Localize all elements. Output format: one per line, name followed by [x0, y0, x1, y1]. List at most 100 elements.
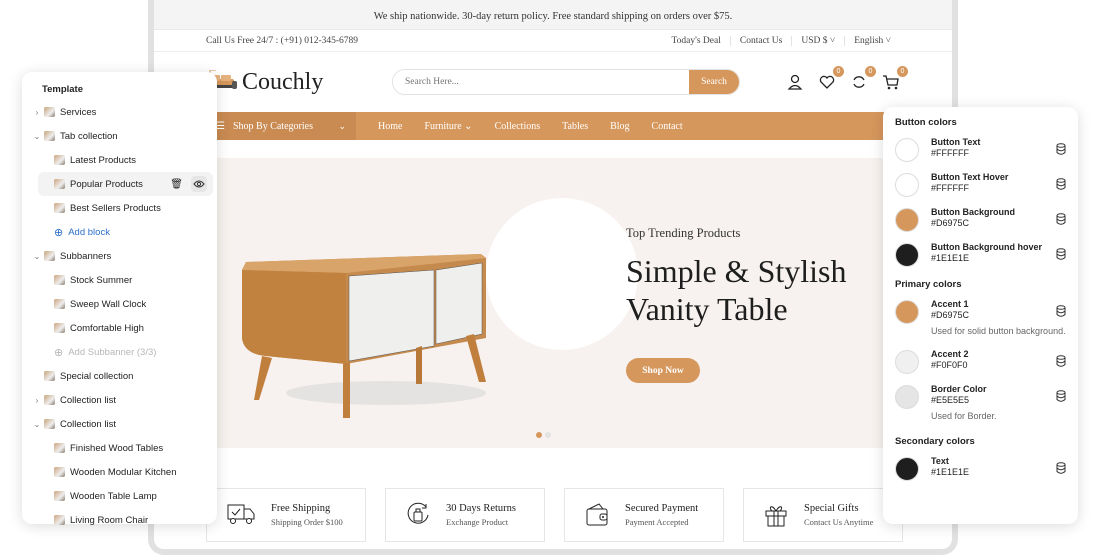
tree-item-label: Sweep Wall Clock: [70, 298, 147, 310]
currency-select[interactable]: USD $ ˅: [791, 35, 844, 46]
nav-blog[interactable]: Blog: [610, 121, 629, 132]
tree-item[interactable]: Wooden Table Lamp: [22, 484, 217, 508]
cart-icon[interactable]: 0: [882, 66, 908, 91]
tree-item[interactable]: Wooden Modular Kitchen: [22, 460, 217, 484]
slider-dot-1[interactable]: [536, 432, 542, 438]
hero-title: Simple & Stylish Vanity Table: [626, 252, 846, 328]
color-name: Accent 1: [931, 299, 969, 309]
color-swatch[interactable]: [895, 385, 919, 409]
database-icon[interactable]: [1056, 355, 1066, 367]
logo[interactable]: Couchly: [206, 69, 392, 96]
compare-badge: 0: [865, 66, 876, 77]
tree-item-label: Living Room Chair: [70, 514, 149, 526]
color-name: Button Background hover: [931, 242, 1043, 252]
todays-deal-link[interactable]: Today's Deal: [663, 36, 730, 46]
color-name: Text: [931, 456, 949, 466]
section-thumbnail-icon: [54, 203, 65, 213]
header-icons: 0 0 0: [786, 66, 908, 91]
section-thumbnail-icon: [54, 467, 65, 477]
nav-furniture-label: Furniture: [424, 120, 462, 132]
color-section-title: Primary colors: [895, 279, 962, 290]
color-hex: #F0F0F0: [931, 360, 968, 370]
nav-collections[interactable]: Collections: [495, 121, 541, 132]
service-subtitle: Contact Us Anytime: [804, 517, 874, 527]
database-icon[interactable]: [1056, 143, 1066, 155]
color-setting: Button Text Hover #FFFFFF: [895, 172, 1066, 197]
chevron-down-icon[interactable]: ⌄: [32, 420, 42, 429]
nav-furniture[interactable]: Furniture ⌄: [424, 121, 472, 132]
nav-contact[interactable]: Contact: [652, 121, 683, 132]
service-card: 30 Days Returns Exchange Product: [385, 488, 545, 542]
template-panel: Template › Services ⌄ Tab collection Latest …: [22, 72, 217, 526]
tree-item[interactable]: Sweep Wall Clock: [22, 292, 217, 316]
color-setting: Button Background hover #1E1E1E: [895, 242, 1066, 267]
tree-item[interactable]: Comfortable High: [22, 316, 217, 340]
color-setting: Button Text #FFFFFF: [895, 137, 1066, 162]
tree-item[interactable]: ⌄ Tab collection: [22, 124, 217, 148]
section-thumbnail-icon: [44, 131, 55, 141]
tree-item[interactable]: Living Room Chair: [22, 508, 217, 532]
color-hex: #FFFFFF: [931, 183, 969, 193]
database-icon[interactable]: [1056, 248, 1066, 260]
color-name: Accent 2: [931, 349, 969, 359]
tree-item[interactable]: › Services: [22, 100, 217, 124]
color-name: Button Background: [931, 207, 1015, 217]
trash-icon[interactable]: 🗑︎: [170, 179, 183, 190]
color-swatch[interactable]: [895, 457, 919, 481]
section-thumbnail-icon: [54, 179, 65, 189]
nav-tables[interactable]: Tables: [562, 121, 588, 132]
color-swatch[interactable]: [895, 173, 919, 197]
wishlist-icon[interactable]: 0: [818, 66, 844, 91]
panel-title: Template: [42, 84, 84, 95]
search-bar: Search: [392, 69, 740, 95]
account-icon[interactable]: [786, 73, 804, 91]
chevron-down-icon[interactable]: ⌄: [32, 252, 42, 261]
database-icon[interactable]: [1056, 213, 1066, 225]
shop-by-categories-button[interactable]: ☰ Shop By Categories ⌄: [206, 112, 356, 140]
color-swatch[interactable]: [895, 300, 919, 324]
menu: Home Furniture ⌄ Collections Tables Blog…: [356, 121, 683, 132]
color-settings: Button colors Button Text #FFFFFF Button Te…: [895, 115, 1066, 481]
chevron-down-icon[interactable]: ⌄: [32, 132, 42, 141]
color-swatch[interactable]: [895, 138, 919, 162]
tree-item-label: Wooden Modular Kitchen: [70, 466, 177, 478]
top-links: Today's Deal Contact Us USD $ ˅ English …: [663, 35, 900, 46]
search-input[interactable]: [393, 70, 689, 94]
database-icon[interactable]: [1056, 305, 1066, 317]
tree-item[interactable]: › Collection list: [22, 388, 217, 412]
announcement-bar: We ship nationwide. 30-day return policy…: [154, 0, 952, 30]
language-select[interactable]: English ˅: [844, 35, 900, 46]
tree-item[interactable]: Best Sellers Products: [22, 196, 217, 220]
returns-icon: [407, 502, 429, 524]
shop-now-button[interactable]: Shop Now: [626, 358, 700, 383]
contact-us-link[interactable]: Contact Us: [729, 35, 791, 46]
database-icon[interactable]: [1056, 178, 1066, 190]
database-icon[interactable]: [1056, 390, 1066, 402]
tree-item[interactable]: Popular Products 🗑︎: [38, 172, 213, 196]
color-swatch[interactable]: [895, 243, 919, 267]
chevron-down-icon: ⌄: [338, 120, 346, 131]
slider-dot-2[interactable]: [545, 432, 551, 438]
database-icon[interactable]: [1056, 462, 1066, 474]
tree-item[interactable]: ⌄ Collection list: [22, 412, 217, 436]
chevron-right-icon[interactable]: ›: [32, 396, 42, 405]
main-nav: ☰ Shop By Categories ⌄ Home Furniture ⌄ …: [154, 112, 952, 140]
search-button[interactable]: Search: [689, 70, 739, 94]
tree-item[interactable]: Stock Summer: [22, 268, 217, 292]
compare-icon[interactable]: 0: [850, 66, 876, 91]
add-subbanner-button[interactable]: ⊕ Add Subbanner (3/3): [22, 340, 217, 364]
tree-item[interactable]: Latest Products: [22, 148, 217, 172]
color-swatch[interactable]: [895, 208, 919, 232]
tree-item[interactable]: Special collection: [22, 364, 217, 388]
color-swatch[interactable]: [895, 350, 919, 374]
chevron-right-icon[interactable]: ›: [32, 108, 42, 117]
add-block-button[interactable]: ⊕ Add block: [22, 220, 217, 244]
color-hex: #D6975C: [931, 218, 970, 228]
gift-icon: [765, 506, 787, 527]
tree-item[interactable]: ⌄ Subbanners: [22, 244, 217, 268]
wishlist-badge: 0: [833, 66, 844, 77]
service-title: Free Shipping: [271, 503, 331, 514]
eye-icon[interactable]: [191, 176, 207, 192]
tree-item[interactable]: Finished Wood Tables: [22, 436, 217, 460]
nav-home[interactable]: Home: [378, 121, 402, 132]
